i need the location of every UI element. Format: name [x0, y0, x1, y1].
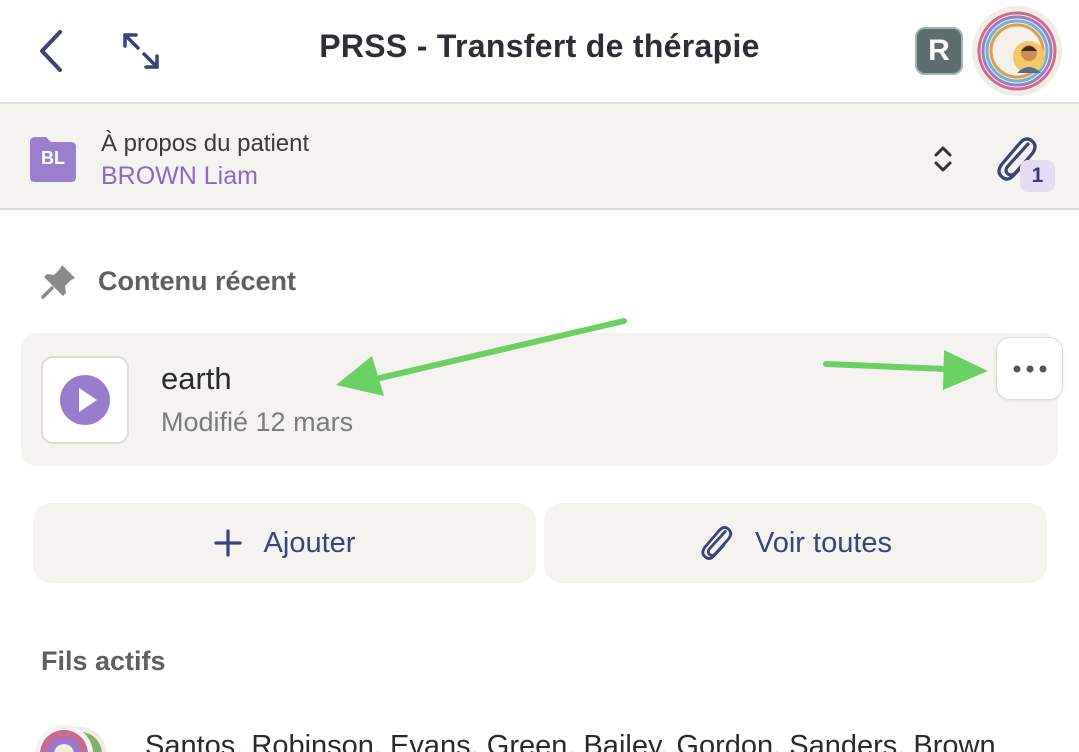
- more-options-button[interactable]: [996, 337, 1063, 400]
- back-button[interactable]: [26, 22, 76, 80]
- page-title: PRSS - Transfert de thérapie: [319, 28, 760, 64]
- plus-icon: [213, 529, 242, 557]
- thread-participants[interactable]: Santos, Robinson, Evans, Green, Bailey, …: [145, 730, 996, 752]
- file-thumbnail[interactable]: [41, 356, 129, 444]
- patient-label: À propos du patient: [101, 130, 310, 157]
- recent-content-title: Contenu récent: [98, 265, 297, 296]
- recent-file-card[interactable]: earth Modifié 12 mars: [21, 333, 1063, 466]
- expand-arrows-icon: [123, 33, 159, 69]
- patient-name[interactable]: BROWN Liam: [101, 162, 258, 191]
- chevron-up-down-icon: [934, 146, 952, 172]
- chevron-left-icon: [40, 30, 62, 72]
- attachments-button[interactable]: 1: [992, 134, 1056, 196]
- patient-initials: BL: [41, 148, 65, 168]
- ellipsis-icon: [1013, 365, 1046, 372]
- user-avatar[interactable]: [972, 6, 1062, 96]
- pin-icon: [41, 265, 75, 299]
- patient-bar[interactable]: BL À propos du patient BROWN Liam 1: [0, 104, 1079, 210]
- avatar-image: [977, 11, 1057, 91]
- paperclip-icon: [701, 526, 733, 560]
- play-icon: [60, 375, 110, 425]
- add-button[interactable]: Ajouter: [33, 503, 536, 583]
- recent-content-header: Contenu récent: [40, 262, 296, 300]
- app-badge[interactable]: R: [915, 27, 963, 75]
- patient-folder-icon: BL: [28, 134, 78, 184]
- top-header: PRSS - Transfert de thérapie R: [0, 0, 1079, 104]
- attachment-count-badge: 1: [1020, 160, 1055, 192]
- file-name[interactable]: earth: [161, 361, 232, 397]
- view-all-button[interactable]: Voir toutes: [544, 503, 1047, 583]
- active-threads-title: Fils actifs: [41, 646, 166, 676]
- view-all-button-label: Voir toutes: [754, 526, 893, 559]
- thread-avatar-group: [28, 722, 118, 752]
- switch-patient-button[interactable]: [926, 139, 960, 179]
- app-badge-letter: R: [928, 34, 950, 67]
- add-button-label: Ajouter: [263, 526, 356, 559]
- expand-button[interactable]: [112, 22, 170, 80]
- file-modified-date: Modifié 12 mars: [161, 407, 354, 437]
